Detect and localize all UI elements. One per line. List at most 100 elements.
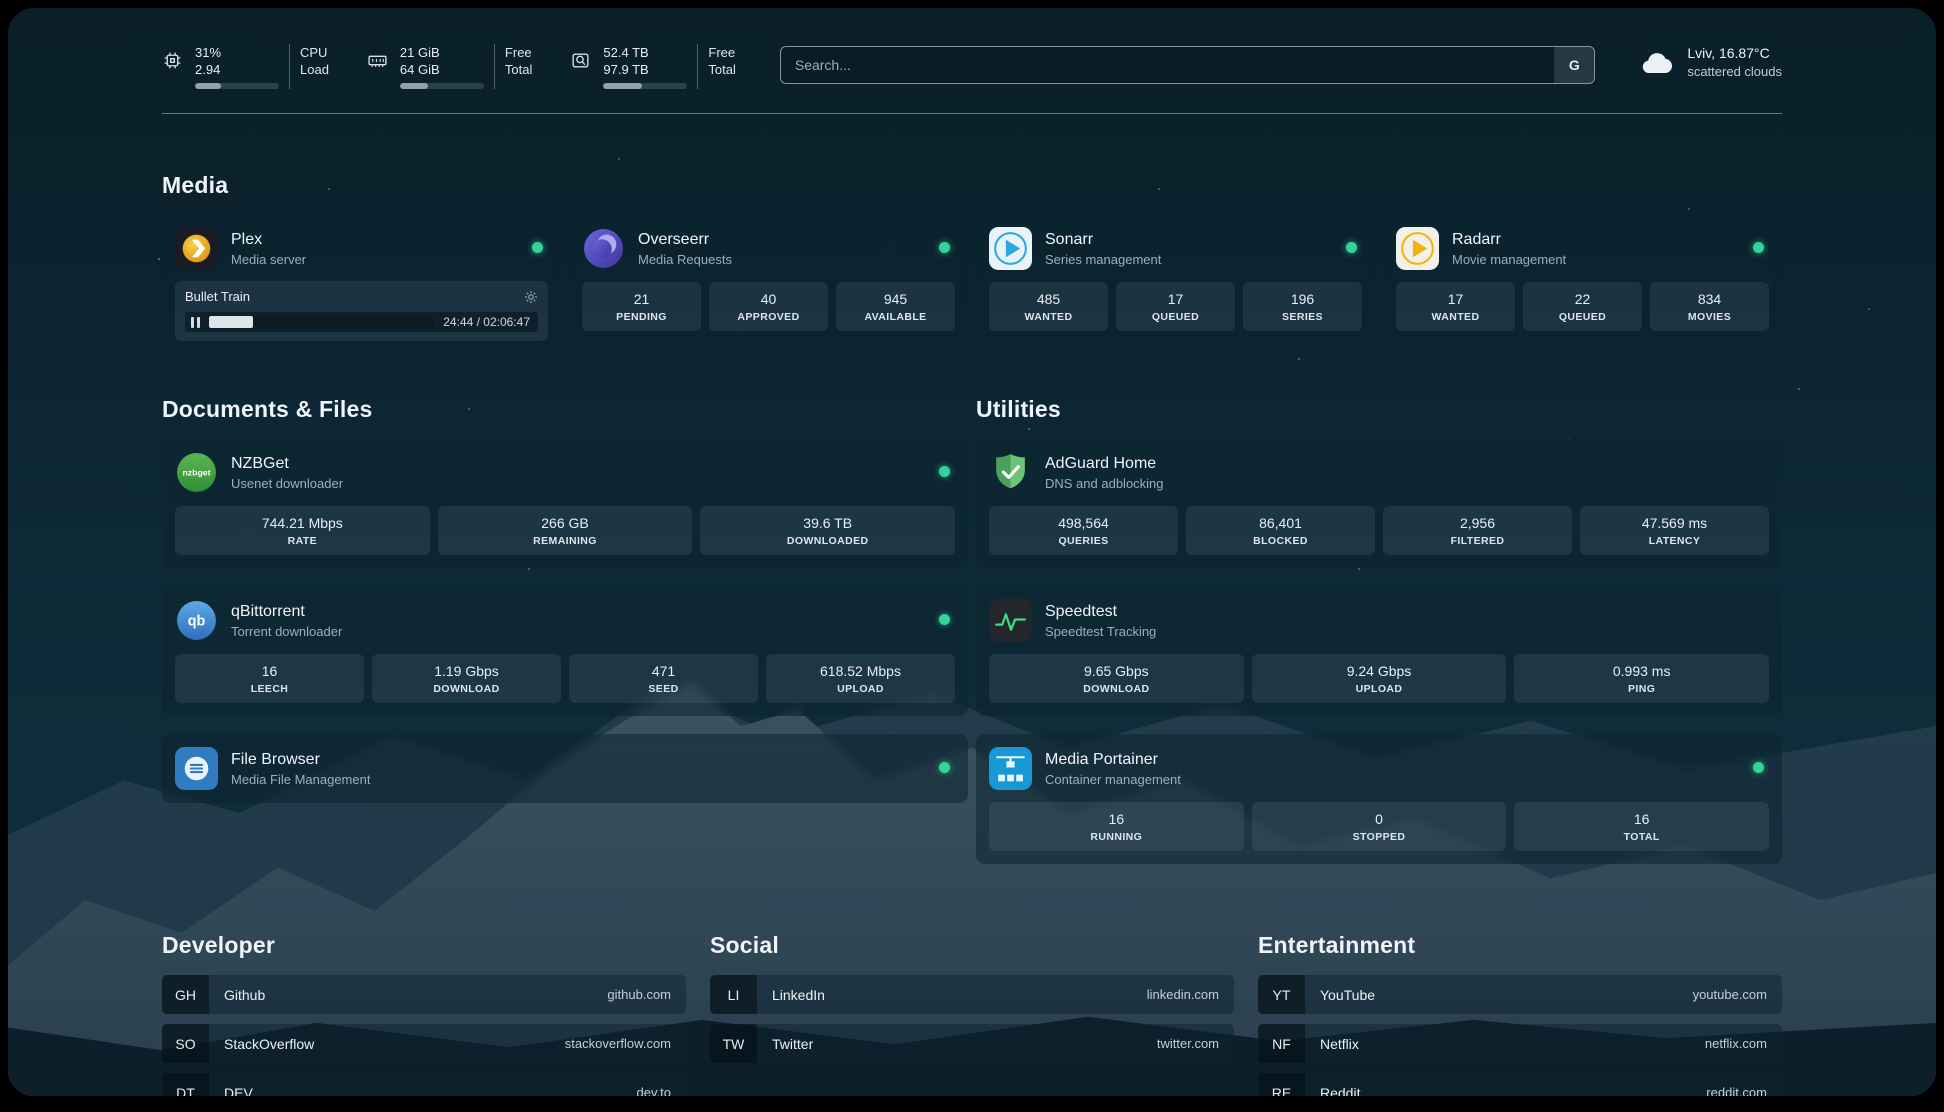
stat-blocked: 86,401 BLOCKED: [1186, 506, 1375, 555]
bookmarks-section: Developer GH Github github.com SO StackO…: [162, 932, 1782, 1096]
stat-running: 16 RUNNING: [989, 802, 1244, 851]
stat-filtered: 2,956 FILTERED: [1383, 506, 1572, 555]
bookmark-label: Netflix: [1320, 1036, 1359, 1052]
portainer-titles: Media Portainer Container management: [1045, 751, 1181, 787]
bookmark-abbr: GH: [162, 975, 209, 1014]
qbittorrent-card[interactable]: qb qBittorrent Torrent downloader 16 LEE…: [162, 586, 968, 716]
pause-icon[interactable]: [191, 317, 200, 328]
search-provider-button[interactable]: G: [1554, 47, 1594, 83]
service-name: NZBGet: [231, 455, 343, 473]
resource-widgets: 31% 2.94 CPU Load: [162, 44, 736, 89]
memory-widget: 21 GiB 64 GiB Free Total: [367, 44, 532, 89]
nzbget-icon: nzbget: [175, 451, 218, 494]
section-title-social: Social: [710, 932, 1234, 959]
service-desc: Media Requests: [638, 252, 732, 267]
cpu-usage-value: 31%: [195, 44, 279, 61]
portainer-icon: [989, 747, 1032, 790]
stat-wanted: 17 WANTED: [1396, 282, 1515, 331]
plex-card[interactable]: Plex Media server Bullet Train: [162, 214, 561, 354]
filebrowser-card[interactable]: File Browser Media File Management: [162, 734, 968, 803]
service-desc: Speedtest Tracking: [1045, 624, 1156, 639]
gear-icon[interactable]: [524, 290, 538, 304]
plex-now-playing: Bullet Train 24:44 / 0: [175, 281, 548, 341]
playback-progress-track[interactable]: [209, 316, 434, 328]
filebrowser-status-dot: [939, 762, 950, 773]
radarr-icon: [1396, 227, 1439, 270]
service-desc: Container management: [1045, 772, 1181, 787]
bookmark-label: LinkedIn: [772, 987, 825, 1003]
cpu-widget: 31% 2.94 CPU Load: [162, 44, 329, 89]
bookmark-url: youtube.com: [1693, 987, 1767, 1002]
filebrowser-titles: File Browser Media File Management: [231, 751, 370, 787]
adguard-icon: [989, 451, 1032, 494]
section-title-media: Media: [162, 172, 1782, 199]
qbittorrent-stats: 16 LEECH 1.19 Gbps DOWNLOAD 471 SEED 6: [175, 654, 955, 703]
radarr-titles: Radarr Movie management: [1452, 231, 1566, 267]
bookmark-url: linkedin.com: [1147, 987, 1219, 1002]
filebrowser-icon: [175, 747, 218, 790]
top-bar: 31% 2.94 CPU Load: [162, 44, 1782, 89]
bookmark-label: DEV: [224, 1085, 253, 1097]
portainer-status-dot: [1753, 762, 1764, 773]
memory-free-value: 21 GiB: [400, 44, 484, 61]
sonarr-icon: [989, 227, 1032, 270]
service-name: Overseerr: [638, 231, 732, 249]
service-name: Sonarr: [1045, 231, 1161, 249]
disk-labels: Free Total: [697, 44, 735, 89]
portainer-stats: 16 RUNNING 0 STOPPED 16 TOTAL: [989, 802, 1769, 851]
bookmark-url: twitter.com: [1157, 1036, 1219, 1051]
overseerr-stats: 21 PENDING 40 APPROVED 945 AVAILABLE: [582, 282, 955, 331]
service-desc: Media server: [231, 252, 306, 267]
speedtest-stats: 9.65 Gbps DOWNLOAD 9.24 Gbps UPLOAD 0.99…: [989, 654, 1769, 703]
service-name: File Browser: [231, 751, 370, 769]
bookmark-reddit[interactable]: RE Reddit reddit.com: [1258, 1073, 1782, 1096]
radarr-card[interactable]: Radarr Movie management 17 WANTED 22 QUE…: [1383, 214, 1782, 354]
stat-movies: 834 MOVIES: [1650, 282, 1769, 331]
plex-titles: Plex Media server: [231, 231, 306, 267]
bookmark-netflix[interactable]: NF Netflix netflix.com: [1258, 1024, 1782, 1063]
section-title-entertainment: Entertainment: [1258, 932, 1782, 959]
cpu-labels: CPU Load: [289, 44, 329, 89]
bookmark-dev[interactable]: DT DEV dev.to: [162, 1073, 686, 1096]
utilities-column: Utilities AdGuard Home: [976, 396, 1782, 882]
adguard-card[interactable]: AdGuard Home DNS and adblocking 498,564 …: [976, 438, 1782, 568]
dashboard-frame: 31% 2.94 CPU Load: [8, 8, 1936, 1096]
bookmark-abbr: NF: [1258, 1024, 1305, 1063]
stat-rate: 744.21 Mbps RATE: [175, 506, 430, 555]
media-card-grid: Plex Media server Bullet Train: [162, 214, 1782, 354]
bookmark-label: Github: [224, 987, 265, 1003]
stat-queries: 498,564 QUERIES: [989, 506, 1178, 555]
section-title-utilities: Utilities: [976, 396, 1782, 423]
bookmark-github[interactable]: GH Github github.com: [162, 975, 686, 1014]
stat-queued: 22 QUEUED: [1523, 282, 1642, 331]
search-input[interactable]: [780, 46, 1595, 84]
overseerr-card[interactable]: Overseerr Media Requests 21 PENDING 40 A…: [569, 214, 968, 354]
radarr-stats: 17 WANTED 22 QUEUED 834 MOVIES: [1396, 282, 1769, 331]
playback-bar: 24:44 / 02:06:47: [185, 312, 538, 332]
bookmark-linkedin[interactable]: LI LinkedIn linkedin.com: [710, 975, 1234, 1014]
stat-seed: 471 SEED: [569, 654, 758, 703]
bookmark-youtube[interactable]: YT YouTube youtube.com: [1258, 975, 1782, 1014]
weather-widget[interactable]: Lviv, 16.87°C scattered clouds: [1639, 45, 1782, 79]
stat-upload: 9.24 Gbps UPLOAD: [1252, 654, 1507, 703]
section-title-developer: Developer: [162, 932, 686, 959]
cpu-icon: [162, 50, 183, 89]
bookmark-group-entertainment: Entertainment YT YouTube youtube.com NF …: [1258, 932, 1782, 1096]
speedtest-icon: [989, 599, 1032, 642]
disk-free-value: 52.4 TB: [603, 44, 687, 61]
bookmark-twitter[interactable]: TW Twitter twitter.com: [710, 1024, 1234, 1063]
weather-text: Lviv, 16.87°C scattered clouds: [1687, 45, 1782, 79]
sonarr-card[interactable]: Sonarr Series management 485 WANTED 17 Q…: [976, 214, 1375, 354]
nzbget-card[interactable]: nzbget NZBGet Usenet downloader 744.21 M…: [162, 438, 968, 568]
bookmark-stackoverflow[interactable]: SO StackOverflow stackoverflow.com: [162, 1024, 686, 1063]
portainer-card[interactable]: Media Portainer Container management 16 …: [976, 734, 1782, 864]
qbittorrent-icon-text: qb: [188, 614, 206, 630]
speedtest-card[interactable]: Speedtest Speedtest Tracking 9.65 Gbps D…: [976, 586, 1782, 716]
stat-download: 9.65 Gbps DOWNLOAD: [989, 654, 1244, 703]
nzbget-icon-text: nzbget: [183, 468, 211, 478]
stat-queued: 17 QUEUED: [1116, 282, 1235, 331]
adguard-stats: 498,564 QUERIES 86,401 BLOCKED 2,956 FIL…: [989, 506, 1769, 555]
stat-latency: 47.569 ms LATENCY: [1580, 506, 1769, 555]
radarr-status-dot: [1753, 242, 1764, 253]
disk-total-value: 97.9 TB: [603, 61, 687, 78]
